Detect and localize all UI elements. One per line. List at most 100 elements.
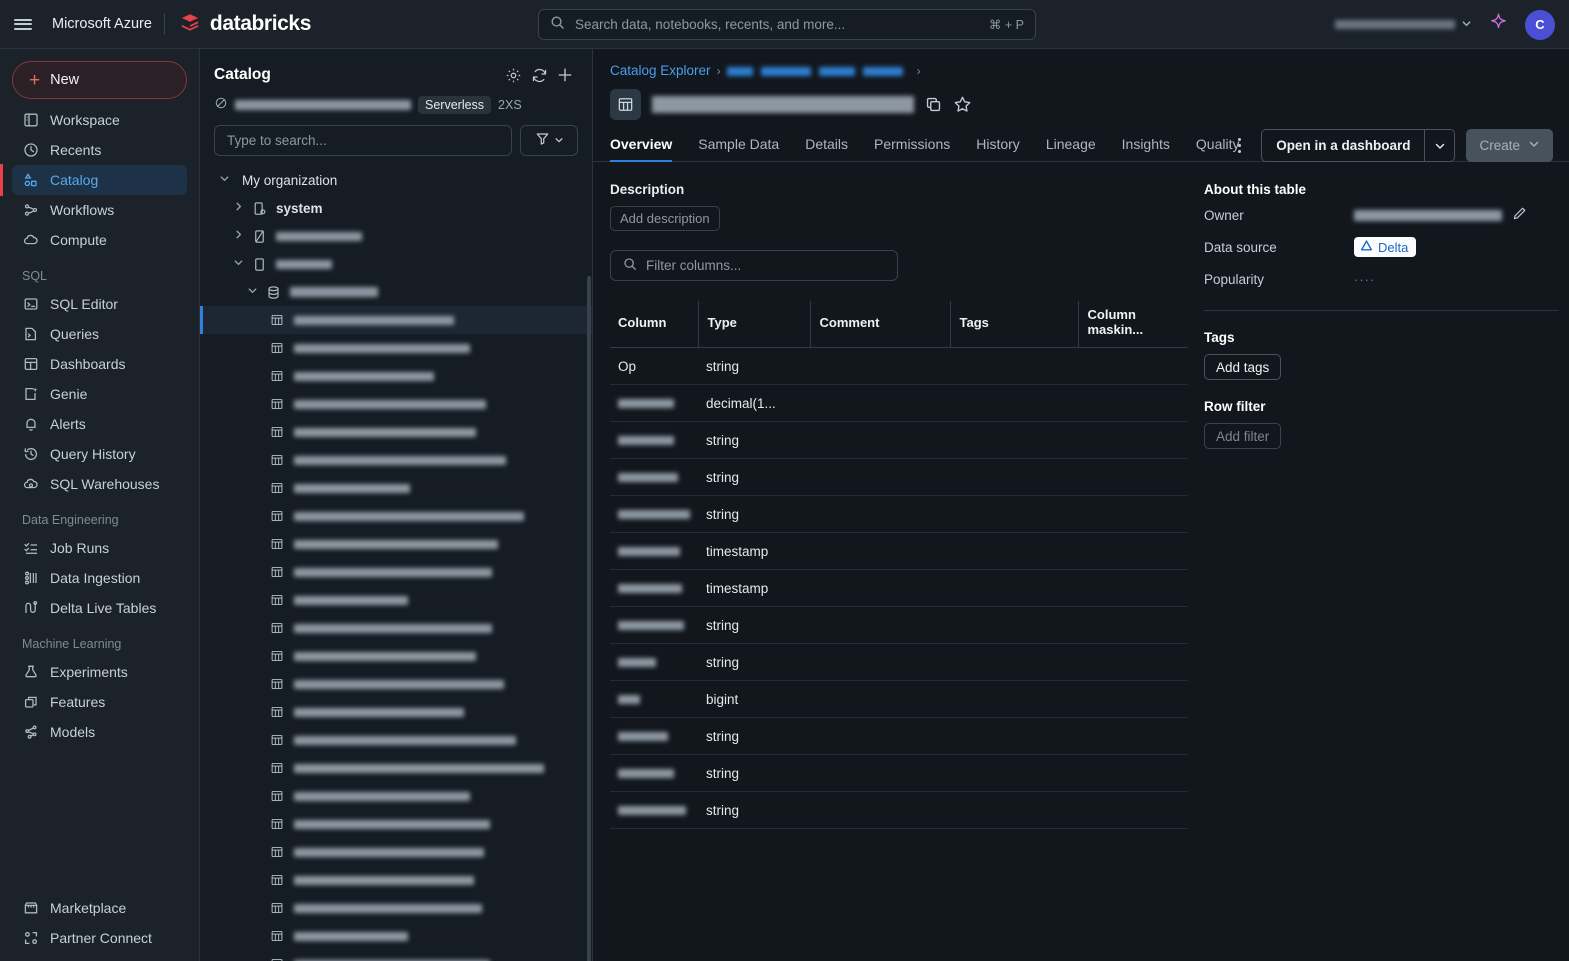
tree-item-table[interactable] bbox=[200, 950, 592, 961]
columns-table-row[interactable]: string bbox=[610, 791, 1188, 829]
tree-item-table[interactable] bbox=[200, 866, 592, 894]
sidebar-item-workspace[interactable]: Workspace bbox=[12, 105, 187, 135]
sidebar-item-features[interactable]: Features bbox=[12, 687, 187, 717]
sidebar-item-queries[interactable]: Queries bbox=[12, 319, 187, 349]
tree-item-table[interactable] bbox=[200, 782, 592, 810]
tree-item-table[interactable] bbox=[200, 894, 592, 922]
catalog-browser-panel: Catalog Serverless 2XS Type to search... bbox=[200, 49, 593, 961]
filter-columns-input[interactable]: Filter columns... bbox=[610, 250, 898, 281]
sidebar-item-dashboards[interactable]: Dashboards bbox=[12, 349, 187, 379]
tree-item-table[interactable] bbox=[200, 390, 592, 418]
tab-overview[interactable]: Overview bbox=[610, 136, 673, 162]
tree-item-table[interactable] bbox=[200, 446, 592, 474]
star-icon[interactable] bbox=[953, 95, 972, 114]
tree-item-table[interactable] bbox=[200, 922, 592, 950]
user-avatar[interactable]: C bbox=[1525, 9, 1555, 40]
breadcrumb-segment-redacted[interactable] bbox=[726, 66, 753, 76]
catalog-tree-scrollbar[interactable] bbox=[587, 276, 591, 961]
columns-table-row[interactable]: string bbox=[610, 754, 1188, 792]
tab-lineage[interactable]: Lineage bbox=[1046, 136, 1096, 161]
tree-item-catalog-redacted-2[interactable] bbox=[200, 250, 592, 278]
add-icon[interactable] bbox=[552, 63, 578, 87]
columns-table-row[interactable]: string bbox=[610, 643, 1188, 681]
tree-item-table[interactable] bbox=[200, 698, 592, 726]
tree-root-my-organization[interactable]: My organization bbox=[200, 166, 592, 194]
tree-item-system[interactable]: system bbox=[200, 194, 592, 222]
tree-item-table[interactable] bbox=[200, 726, 592, 754]
refresh-icon[interactable] bbox=[526, 63, 552, 87]
catalog-search-input[interactable]: Type to search... bbox=[214, 125, 512, 156]
tree-item-table[interactable] bbox=[200, 614, 592, 642]
global-search-input[interactable]: Search data, notebooks, recents, and mor… bbox=[538, 9, 1036, 40]
tree-item-table[interactable] bbox=[200, 754, 592, 782]
breadcrumb-catalog-explorer[interactable]: Catalog Explorer bbox=[610, 63, 711, 78]
tab-quality[interactable]: Quality bbox=[1196, 136, 1240, 161]
sidebar-item-experiments[interactable]: Experiments bbox=[12, 657, 187, 687]
tree-item-table[interactable] bbox=[200, 306, 592, 334]
sidebar-item-data-ingestion[interactable]: Data Ingestion bbox=[12, 563, 187, 593]
new-button[interactable]: + New bbox=[12, 61, 187, 99]
breadcrumb-segment-redacted[interactable] bbox=[760, 66, 811, 76]
tree-item-table[interactable] bbox=[200, 586, 592, 614]
columns-table-row[interactable]: string bbox=[610, 495, 1188, 533]
databricks-home-link[interactable]: databricks bbox=[165, 11, 311, 38]
columns-table-row[interactable]: string bbox=[610, 717, 1188, 755]
open-in-dashboard-button[interactable]: Open in a dashboard bbox=[1261, 129, 1456, 162]
tab-details[interactable]: Details bbox=[805, 136, 848, 161]
gear-icon[interactable] bbox=[500, 63, 526, 87]
sidebar-item-catalog[interactable]: Catalog bbox=[0, 164, 187, 196]
chevron-down-icon[interactable] bbox=[1424, 130, 1454, 161]
copy-icon[interactable] bbox=[925, 96, 942, 113]
sidebar-item-workflows[interactable]: Workflows bbox=[12, 195, 187, 225]
tree-item-table[interactable] bbox=[200, 502, 592, 530]
tree-item-table[interactable] bbox=[200, 642, 592, 670]
pencil-icon[interactable] bbox=[1512, 206, 1527, 224]
sidebar-item-job-runs[interactable]: Job Runs bbox=[12, 533, 187, 563]
breadcrumb-segment-redacted[interactable] bbox=[818, 66, 855, 76]
tree-item-table[interactable] bbox=[200, 838, 592, 866]
tree-item-table[interactable] bbox=[200, 334, 592, 362]
sidebar-item-query-history[interactable]: Query History bbox=[12, 439, 187, 469]
sidebar-item-marketplace[interactable]: Marketplace bbox=[12, 893, 188, 923]
columns-table-row[interactable]: string bbox=[610, 421, 1188, 459]
breadcrumb-segment-redacted[interactable] bbox=[862, 66, 903, 76]
catalog-filter-button[interactable] bbox=[520, 125, 578, 156]
tab-sample-data[interactable]: Sample Data bbox=[698, 136, 779, 161]
tree-item-schema-redacted[interactable] bbox=[200, 278, 592, 306]
create-button[interactable]: Create bbox=[1466, 129, 1553, 162]
sidebar-item-delta-live-tables[interactable]: Delta Live Tables bbox=[12, 593, 187, 623]
compute-selector-row[interactable]: Serverless 2XS bbox=[200, 87, 592, 115]
columns-table-row[interactable]: string bbox=[610, 458, 1188, 496]
sidebar-item-genie[interactable]: Genie bbox=[12, 379, 187, 409]
sidebar-item-partner-connect[interactable]: Partner Connect bbox=[12, 923, 188, 953]
add-description-button[interactable]: Add description bbox=[610, 206, 720, 231]
tree-item-table[interactable] bbox=[200, 810, 592, 838]
hamburger-menu-icon[interactable] bbox=[0, 0, 46, 49]
sidebar-item-compute[interactable]: Compute bbox=[12, 225, 187, 255]
sidebar-item-recents[interactable]: Recents bbox=[12, 135, 187, 165]
columns-table-row[interactable]: Op string bbox=[610, 347, 1188, 385]
tree-item-catalog-redacted-1[interactable] bbox=[200, 222, 592, 250]
tree-item-table[interactable] bbox=[200, 670, 592, 698]
tree-item-table[interactable] bbox=[200, 558, 592, 586]
tab-insights[interactable]: Insights bbox=[1122, 136, 1170, 161]
tree-item-table[interactable] bbox=[200, 418, 592, 446]
sparkle-icon[interactable] bbox=[1488, 12, 1509, 38]
sidebar-item-sql-editor[interactable]: SQL Editor bbox=[12, 289, 187, 319]
columns-table-row[interactable]: decimal(1... bbox=[610, 384, 1188, 422]
sidebar-item-alerts[interactable]: Alerts bbox=[12, 409, 187, 439]
columns-table-row[interactable]: bigint bbox=[610, 680, 1188, 718]
workspace-picker[interactable] bbox=[1335, 16, 1472, 34]
tab-permissions[interactable]: Permissions bbox=[874, 136, 950, 161]
tree-item-table[interactable] bbox=[200, 530, 592, 558]
sidebar-item-sql-warehouses[interactable]: SQL Warehouses bbox=[12, 469, 187, 499]
add-tags-button[interactable]: Add tags bbox=[1204, 354, 1282, 380]
add-filter-button[interactable]: Add filter bbox=[1204, 423, 1282, 449]
columns-table-row[interactable]: string bbox=[610, 606, 1188, 644]
sidebar-item-models[interactable]: Models bbox=[12, 717, 187, 747]
columns-table-row[interactable]: timestamp bbox=[610, 569, 1188, 607]
columns-table-row[interactable]: timestamp bbox=[610, 532, 1188, 570]
tree-item-table[interactable] bbox=[200, 474, 592, 502]
tab-history[interactable]: History bbox=[976, 136, 1020, 161]
tree-item-table[interactable] bbox=[200, 362, 592, 390]
